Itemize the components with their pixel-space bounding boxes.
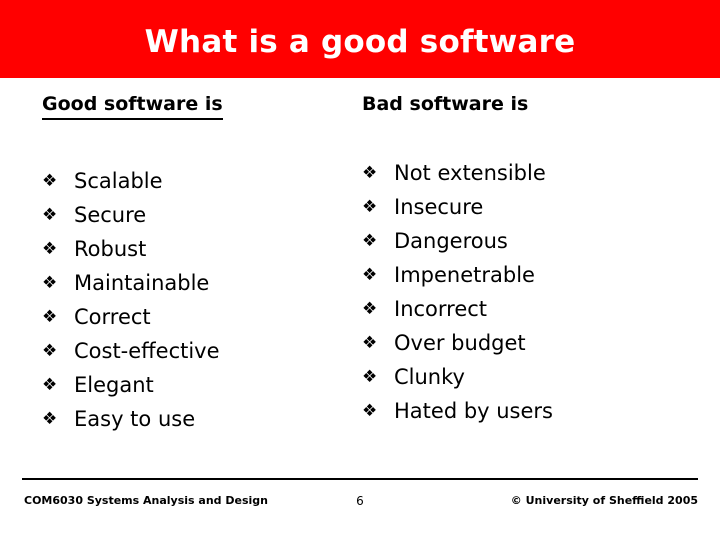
diamond-bullet-icon: ❖ [42,341,58,361]
list-item: ❖ Incorrect [362,292,692,326]
list-item-label: Cost-effective [74,339,220,363]
list-item: ❖ Cost-effective [42,334,362,368]
list-item-label: Secure [74,203,147,227]
diamond-bullet-icon: ❖ [42,205,58,225]
list-item: ❖ Clunky [362,360,692,394]
list-item-label: Not extensible [394,161,546,185]
diamond-bullet-icon: ❖ [362,265,378,285]
diamond-bullet-icon: ❖ [42,409,58,429]
list-item: ❖ Impenetrable [362,258,692,292]
right-column-list: ❖ Not extensible ❖ Insecure ❖ Dangerous … [362,156,692,428]
diamond-bullet-icon: ❖ [362,163,378,183]
list-item: ❖ Not extensible [362,156,692,190]
list-item: ❖ Scalable [42,164,362,198]
list-item-label: Maintainable [74,271,210,295]
list-item: ❖ Easy to use [42,402,362,436]
list-item-label: Incorrect [394,297,488,321]
diamond-bullet-icon: ❖ [42,273,58,293]
slide: What is a good software Good software is… [0,0,720,540]
diamond-bullet-icon: ❖ [362,299,378,319]
right-column: Bad software is ❖ Not extensible ❖ Insec… [362,92,692,428]
list-item: ❖ Maintainable [42,266,362,300]
list-item-label: Over budget [394,331,526,355]
list-item-label: Hated by users [394,399,553,423]
list-item: ❖ Hated by users [362,394,692,428]
list-item-label: Impenetrable [394,263,535,287]
left-column-heading-wrap: Good software is [42,92,362,120]
diamond-bullet-icon: ❖ [362,197,378,217]
diamond-bullet-icon: ❖ [362,231,378,251]
list-item: ❖ Dangerous [362,224,692,258]
list-item: ❖ Correct [42,300,362,334]
list-item-label: Correct [74,305,151,329]
right-column-heading-wrap: Bad software is [362,92,692,116]
list-item-label: Elegant [74,373,154,397]
page-title: What is a good software [144,24,576,60]
left-column: Good software is ❖ Scalable ❖ Secure ❖ R… [42,92,362,436]
diamond-bullet-icon: ❖ [42,171,58,191]
list-item-label: Clunky [394,365,465,389]
list-item: ❖ Robust [42,232,362,266]
list-item-label: Insecure [394,195,484,219]
diamond-bullet-icon: ❖ [362,401,378,421]
diamond-bullet-icon: ❖ [362,333,378,353]
list-item-label: Dangerous [394,229,508,253]
footer-divider [22,478,698,480]
list-item: ❖ Over budget [362,326,692,360]
left-column-heading: Good software is [42,92,223,120]
diamond-bullet-icon: ❖ [42,375,58,395]
right-column-heading: Bad software is [362,93,529,115]
list-item: ❖ Elegant [42,368,362,402]
diamond-bullet-icon: ❖ [42,239,58,259]
list-item-label: Easy to use [74,407,196,431]
list-item: ❖ Insecure [362,190,692,224]
diamond-bullet-icon: ❖ [42,307,58,327]
list-item-label: Robust [74,237,147,261]
footer: COM6030 Systems Analysis and Design 6 © … [0,494,720,534]
left-column-list: ❖ Scalable ❖ Secure ❖ Robust ❖ Maintaina… [42,164,362,436]
diamond-bullet-icon: ❖ [362,367,378,387]
footer-copyright: © University of Sheffield 2005 [510,494,698,507]
list-item: ❖ Secure [42,198,362,232]
list-item-label: Scalable [74,169,163,193]
